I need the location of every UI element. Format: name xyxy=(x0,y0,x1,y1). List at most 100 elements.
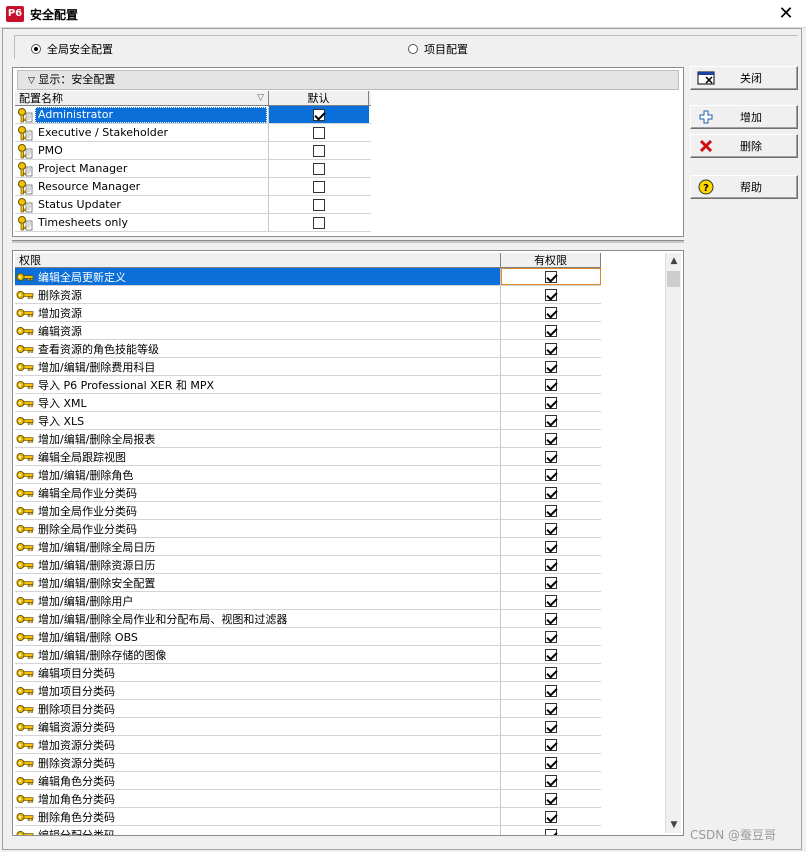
permission-name-cell[interactable]: 增加/编辑/删除用户 xyxy=(15,592,501,609)
profile-row[interactable]: Status Updater xyxy=(15,196,371,214)
permission-name-cell[interactable]: 删除全局作业分类码 xyxy=(15,520,501,537)
scroll-up-icon[interactable]: ▲ xyxy=(666,253,682,269)
permission-checkbox[interactable] xyxy=(545,522,557,535)
permission-checkbox[interactable] xyxy=(545,648,557,661)
default-checkbox[interactable] xyxy=(313,108,325,121)
permission-checkbox[interactable] xyxy=(545,432,557,445)
permission-row[interactable]: 编辑全局更新定义 xyxy=(15,268,601,286)
permission-row[interactable]: 增加/编辑/删除全局日历 xyxy=(15,538,601,556)
permission-checkbox[interactable] xyxy=(545,414,557,427)
permission-name-cell[interactable]: 导入 XLS xyxy=(15,412,501,429)
permission-checkbox[interactable] xyxy=(545,360,557,373)
permission-name-cell[interactable]: 增加/编辑/删除安全配置 xyxy=(15,574,501,591)
permission-row[interactable]: 编辑全局作业分类码 xyxy=(15,484,601,502)
permission-checkbox[interactable] xyxy=(545,504,557,517)
permission-checkbox[interactable] xyxy=(545,396,557,409)
permission-checkbox[interactable] xyxy=(545,792,557,805)
permission-name-cell[interactable]: 编辑全局跟踪视图 xyxy=(15,448,501,465)
profile-name-cell[interactable]: Resource Manager xyxy=(15,178,269,195)
permission-name-cell[interactable]: 增加/编辑/删除 OBS xyxy=(15,628,501,645)
permission-checkbox[interactable] xyxy=(545,828,557,835)
permission-row[interactable]: 编辑资源分类码 xyxy=(15,718,601,736)
permission-checkbox[interactable] xyxy=(545,810,557,823)
permission-name-cell[interactable]: 删除项目分类码 xyxy=(15,700,501,717)
permission-name-cell[interactable]: 编辑全局作业分类码 xyxy=(15,484,501,501)
default-checkbox[interactable] xyxy=(313,180,325,193)
add-button[interactable]: 增加 xyxy=(690,105,798,129)
permission-row[interactable]: 导入 XLS xyxy=(15,412,601,430)
permission-name-cell[interactable]: 增加资源 xyxy=(15,304,501,321)
permission-name-cell[interactable]: 增加/编辑/删除全局报表 xyxy=(15,430,501,447)
permission-checkbox[interactable] xyxy=(545,540,557,553)
permission-row[interactable]: 增加角色分类码 xyxy=(15,790,601,808)
permission-name-cell[interactable]: 编辑项目分类码 xyxy=(15,664,501,681)
profile-row[interactable]: Project Manager xyxy=(15,160,371,178)
permission-checkbox[interactable] xyxy=(545,486,557,499)
permission-row[interactable]: 删除全局作业分类码 xyxy=(15,520,601,538)
permission-name-cell[interactable]: 编辑角色分类码 xyxy=(15,772,501,789)
help-button[interactable]: ? 帮助 xyxy=(690,175,798,199)
project-profile-radio[interactable]: 项目配置 xyxy=(408,41,468,57)
default-checkbox[interactable] xyxy=(313,198,325,211)
display-options-bar[interactable]: ▽ 显示：安全配置 xyxy=(17,70,679,90)
permission-row[interactable]: 增加/编辑/删除费用科目 xyxy=(15,358,601,376)
permission-checkbox[interactable] xyxy=(545,288,557,301)
permission-checkbox[interactable] xyxy=(545,774,557,787)
permission-checkbox[interactable] xyxy=(545,558,557,571)
permission-row[interactable]: 增加/编辑/删除全局报表 xyxy=(15,430,601,448)
permission-row[interactable]: 编辑资源 xyxy=(15,322,601,340)
permission-checkbox[interactable] xyxy=(545,756,557,769)
permission-row[interactable]: 增加/编辑/删除存储的图像 xyxy=(15,646,601,664)
profile-name-cell[interactable]: Project Manager xyxy=(15,160,269,177)
permission-name-cell[interactable]: 导入 XML xyxy=(15,394,501,411)
permission-row[interactable]: 增加/编辑/删除角色 xyxy=(15,466,601,484)
permission-row[interactable]: 删除角色分类码 xyxy=(15,808,601,826)
permission-row[interactable]: 增加全局作业分类码 xyxy=(15,502,601,520)
col-has-permission[interactable]: 有权限 xyxy=(501,253,601,267)
permission-row[interactable]: 删除项目分类码 xyxy=(15,700,601,718)
permission-checkbox[interactable] xyxy=(545,720,557,733)
global-profile-radio[interactable]: 全局安全配置 xyxy=(31,41,113,57)
permission-name-cell[interactable]: 增加全局作业分类码 xyxy=(15,502,501,519)
permission-row[interactable]: 编辑项目分类码 xyxy=(15,664,601,682)
permission-row[interactable]: 增加项目分类码 xyxy=(15,682,601,700)
permission-name-cell[interactable]: 删除角色分类码 xyxy=(15,808,501,825)
permission-row[interactable]: 查看资源的角色技能等级 xyxy=(15,340,601,358)
permission-name-cell[interactable]: 编辑资源分类码 xyxy=(15,718,501,735)
permission-name-cell[interactable]: 导入 P6 Professional XER 和 MPX xyxy=(15,376,501,393)
permission-name-cell[interactable]: 增加/编辑/删除全局作业和分配布局、视图和过滤器 xyxy=(15,610,501,627)
permission-checkbox[interactable] xyxy=(545,306,557,319)
permission-checkbox[interactable] xyxy=(545,594,557,607)
permission-name-cell[interactable]: 删除资源分类码 xyxy=(15,754,501,771)
profile-row[interactable]: Executive / Stakeholder xyxy=(15,124,371,142)
permission-name-cell[interactable]: 增加/编辑/删除角色 xyxy=(15,466,501,483)
permission-row[interactable]: 编辑全局跟踪视图 xyxy=(15,448,601,466)
window-close-icon[interactable]: ✕ xyxy=(774,3,798,25)
permission-row[interactable]: 增加/编辑/删除 OBS xyxy=(15,628,601,646)
profile-row[interactable]: Timesheets only xyxy=(15,214,371,232)
panel-splitter[interactable] xyxy=(12,240,684,243)
delete-button[interactable]: 删除 xyxy=(690,134,798,158)
permissions-scrollbar[interactable]: ▲ ▼ xyxy=(665,253,681,833)
permission-name-cell[interactable]: 删除资源 xyxy=(15,286,501,303)
permission-name-cell[interactable]: 编辑分配分类码 xyxy=(15,826,501,835)
profile-row[interactable]: PMO xyxy=(15,142,371,160)
permission-row[interactable]: 导入 P6 Professional XER 和 MPX xyxy=(15,376,601,394)
permission-checkbox[interactable] xyxy=(545,342,557,355)
permission-name-cell[interactable]: 增加/编辑/删除资源日历 xyxy=(15,556,501,573)
profile-name-cell[interactable]: Timesheets only xyxy=(15,214,269,231)
permission-name-cell[interactable]: 增加角色分类码 xyxy=(15,790,501,807)
permission-checkbox[interactable] xyxy=(545,468,557,481)
permission-name-cell[interactable]: 增加/编辑/删除存储的图像 xyxy=(15,646,501,663)
permission-name-cell[interactable]: 增加资源分类码 xyxy=(15,736,501,753)
permission-checkbox[interactable] xyxy=(545,378,557,391)
permission-checkbox[interactable] xyxy=(545,576,557,589)
default-checkbox[interactable] xyxy=(313,126,325,139)
permission-name-cell[interactable]: 查看资源的角色技能等级 xyxy=(15,340,501,357)
permission-name-cell[interactable]: 增加项目分类码 xyxy=(15,682,501,699)
permission-checkbox[interactable] xyxy=(545,450,557,463)
col-profile-name[interactable]: 配置名称 ▽ xyxy=(15,91,269,105)
scroll-down-icon[interactable]: ▼ xyxy=(666,817,682,833)
permission-checkbox[interactable] xyxy=(545,738,557,751)
permission-row[interactable]: 增加/编辑/删除用户 xyxy=(15,592,601,610)
